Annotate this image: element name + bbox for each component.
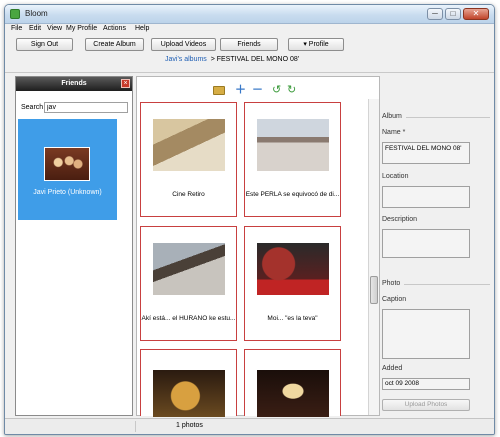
menu-file[interactable]: File bbox=[11, 25, 22, 32]
menu-my-profile[interactable]: My Profile bbox=[66, 25, 97, 32]
album-name-field[interactable]: FESTIVAL DEL MONO 08' bbox=[382, 142, 470, 164]
add-icon[interactable]: ＋ bbox=[235, 83, 246, 97]
app-window: Bloom ─ □ ✕ File Edit View My Profile Ac… bbox=[4, 4, 495, 435]
added-date-field: oct 09 2008 bbox=[382, 378, 470, 390]
friend-name: Javi Prieto (Unknown) bbox=[33, 189, 102, 196]
description-label: Description bbox=[382, 216, 418, 223]
friends-button[interactable]: Friends bbox=[220, 38, 278, 51]
caption-label: Caption bbox=[382, 296, 407, 303]
photo-thumbnail bbox=[257, 119, 329, 171]
photo-thumbnail bbox=[153, 370, 225, 417]
photo-grid-scrollbar[interactable] bbox=[368, 99, 379, 415]
divider bbox=[5, 72, 494, 73]
name-label: Name * bbox=[382, 129, 406, 136]
menu-bar: File Edit View My Profile Actions Help bbox=[5, 24, 494, 35]
photo-caption: Cine Retiro bbox=[172, 191, 205, 198]
photo-section-title: Photo bbox=[382, 280, 401, 287]
friends-search-input[interactable] bbox=[44, 102, 128, 113]
photo-tile[interactable] bbox=[140, 349, 237, 417]
menu-view[interactable]: View bbox=[47, 25, 62, 32]
upload-photos-button[interactable]: Upload Photos bbox=[382, 399, 470, 411]
title-bar: Bloom ─ □ ✕ bbox=[5, 5, 494, 24]
photo-tile[interactable]: Este PERLA se equivocó de di... bbox=[244, 102, 341, 217]
location-label: Location bbox=[382, 173, 409, 180]
description-field[interactable] bbox=[382, 229, 470, 258]
photo-caption: Moi... "es la teva" bbox=[267, 315, 318, 322]
photo-caption: Akí está... el HURAÑO ke estu... bbox=[141, 315, 236, 322]
status-segment bbox=[5, 421, 136, 432]
app-icon bbox=[10, 9, 20, 19]
sign-out-button[interactable]: Sign Out bbox=[16, 38, 73, 51]
profile-dropdown[interactable]: ▾ Profile bbox=[288, 38, 344, 51]
breadcrumb: Javi's albums > FESTIVAL DEL MONO 08' bbox=[165, 56, 299, 63]
photo-tile[interactable]: Moi... "es la teva" bbox=[244, 226, 341, 341]
scrollbar-thumb[interactable] bbox=[370, 276, 378, 304]
friends-search-label: Search bbox=[21, 104, 44, 111]
section-divider bbox=[406, 117, 490, 118]
added-label: Added bbox=[382, 365, 403, 372]
photo-count: 1 photos bbox=[176, 422, 203, 429]
breadcrumb-current: FESTIVAL DEL MONO 08' bbox=[216, 56, 300, 63]
photo-thumbnail bbox=[257, 243, 329, 295]
friend-card[interactable]: Javi Prieto (Unknown) bbox=[18, 119, 117, 220]
menu-edit[interactable]: Edit bbox=[29, 25, 41, 32]
photo-tile[interactable] bbox=[244, 349, 341, 417]
remove-icon[interactable]: － bbox=[252, 83, 263, 97]
photo-tile[interactable]: Cine Retiro bbox=[140, 102, 237, 217]
details-panel: Album Name * FESTIVAL DEL MONO 08' Locat… bbox=[382, 110, 490, 415]
caption-field[interactable] bbox=[382, 309, 470, 359]
create-album-button[interactable]: Create Album bbox=[85, 38, 144, 51]
breadcrumb-separator: > bbox=[210, 56, 215, 63]
minimize-button[interactable]: ─ bbox=[427, 8, 443, 20]
photo-thumbnail bbox=[153, 243, 225, 295]
rotate-left-icon[interactable]: ↺ bbox=[272, 83, 281, 97]
photo-toolbar: ＋ － ↺ ↻ bbox=[135, 83, 381, 99]
photo-caption: Este PERLA se equivocó de di... bbox=[245, 191, 340, 198]
folder-icon[interactable] bbox=[213, 86, 225, 95]
location-field[interactable] bbox=[382, 186, 470, 208]
close-button[interactable]: ✕ bbox=[463, 8, 489, 20]
upload-videos-button[interactable]: Upload Videos bbox=[151, 38, 216, 51]
friends-panel-title: Friends bbox=[16, 77, 132, 91]
friend-avatar bbox=[44, 147, 90, 181]
photo-tile[interactable]: Akí está... el HURAÑO ke estu... bbox=[140, 226, 237, 341]
menu-help[interactable]: Help bbox=[135, 25, 149, 32]
friends-panel-close-icon[interactable]: × bbox=[121, 79, 130, 88]
photo-thumbnail bbox=[257, 370, 329, 417]
status-bar: 1 photos bbox=[5, 418, 494, 434]
menu-actions[interactable]: Actions bbox=[103, 25, 126, 32]
album-section-title: Album bbox=[382, 113, 402, 120]
photo-thumbnail bbox=[153, 119, 225, 171]
breadcrumb-albums-link[interactable]: Javi's albums bbox=[165, 56, 207, 63]
window-title: Bloom bbox=[25, 9, 48, 18]
rotate-right-icon[interactable]: ↻ bbox=[287, 83, 296, 97]
maximize-button[interactable]: □ bbox=[445, 8, 461, 20]
section-divider bbox=[404, 284, 490, 285]
friends-panel: Friends × Search Javi Prieto (Unknown) bbox=[15, 76, 133, 416]
